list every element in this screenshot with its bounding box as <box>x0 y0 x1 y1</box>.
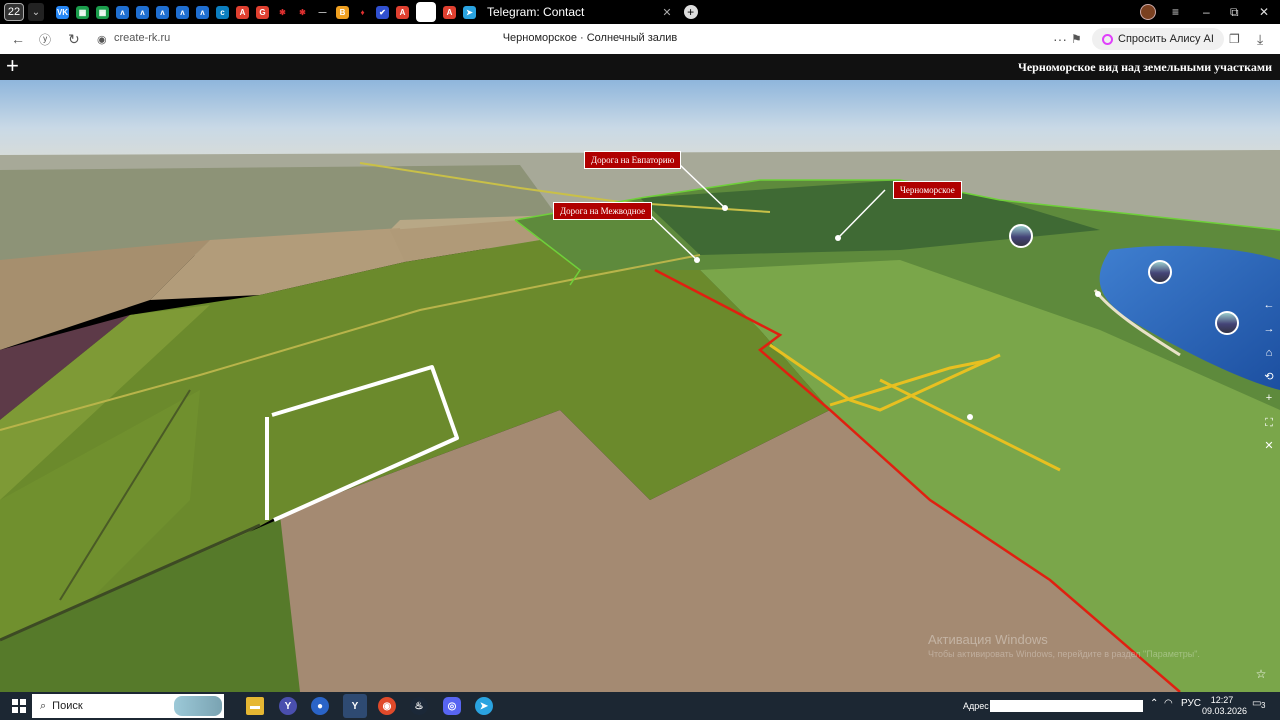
collections-icon[interactable]: ❐ <box>1229 32 1240 46</box>
panorama-hotspot-icon[interactable] <box>1215 311 1239 335</box>
browser-menu-icon[interactable]: ≡ <box>1172 0 1179 24</box>
tab-site-icon[interactable]: ᴧ <box>196 5 209 19</box>
close-controls-icon[interactable]: ✕ <box>1262 439 1276 452</box>
ask-alice-button[interactable]: Спросить Алису AI <box>1092 28 1224 50</box>
label-chernomorskoe[interactable]: Черноморское <box>893 181 962 199</box>
menu-plus-icon[interactable]: + <box>6 55 19 77</box>
pan-left-icon[interactable]: ← <box>1262 299 1276 311</box>
steam-icon[interactable]: ♨ <box>410 697 428 715</box>
language-indicator[interactable]: РУС <box>1181 698 1201 709</box>
close-window-icon[interactable]: ✕ <box>1259 0 1269 24</box>
new-tab-plus-icon[interactable]: + <box>683 5 698 19</box>
tab-site-icon[interactable]: A <box>396 5 409 19</box>
tab-site-icon[interactable]: ᴧ <box>156 5 169 19</box>
windows-activation-hint: Чтобы активировать Windows, перейдите в … <box>928 649 1200 659</box>
tab-site-icon[interactable]: ✔ <box>376 5 389 19</box>
search-icon: ⌕ <box>40 699 47 712</box>
wifi-icon[interactable]: ◠ <box>1164 698 1173 709</box>
address-toolbar-label: Адрес <box>963 701 989 711</box>
tab-site-icon[interactable]: A <box>236 5 249 19</box>
profile-avatar-icon[interactable] <box>1140 0 1156 24</box>
tab-sheets-icon[interactable]: ▦ <box>96 5 109 19</box>
clock-date: 09.03.2026 <box>1202 706 1248 716</box>
app-icon[interactable]: ◎ <box>443 697 461 715</box>
search-placeholder: Поиск <box>52 700 83 712</box>
tab-site-icon[interactable]: ᴧ <box>116 5 129 19</box>
pinned-tabs: VK ▦ ▦ ᴧ ᴧ ᴧ ᴧ ᴧ ᴄ A G ✱ ✱ — B ♦ ✔ A A ➤… <box>56 2 698 22</box>
tab-site-icon[interactable]: ✱ <box>276 5 289 19</box>
alice-icon <box>1102 33 1113 45</box>
tab-telegram-icon[interactable]: ➤ <box>463 5 476 19</box>
tab-sheets-icon[interactable]: ▦ <box>76 5 89 19</box>
windows-activation-watermark: Активация Windows <box>928 632 1048 647</box>
page-title: Черноморское · Солнечный залив <box>502 32 678 44</box>
favorites-star-icon[interactable]: ☆ <box>1254 667 1268 681</box>
tab-site-icon[interactable]: ♦ <box>356 5 369 19</box>
aerial-panorama[interactable]: Дорога на Евпаторию Дорога на Межводное … <box>0 80 1280 692</box>
file-explorer-icon[interactable]: ▬ <box>246 697 264 715</box>
tabs-menu-chevron-icon[interactable]: ⌄ <box>28 3 44 21</box>
tab-site-icon[interactable]: ✱ <box>296 5 309 19</box>
restore-icon[interactable]: ⧉ <box>1230 0 1239 24</box>
fullscreen-icon[interactable]: ⛶ <box>1262 417 1276 430</box>
telegram-icon[interactable]: ➤ <box>475 697 493 715</box>
tab-site-icon[interactable]: ᴄ <box>216 5 229 19</box>
notification-count: 3 <box>1261 701 1266 710</box>
more-dots-icon[interactable]: ··· <box>1053 31 1067 47</box>
taskbar-search-box[interactable]: ⌕ Поиск <box>32 694 224 718</box>
taskbar-clock[interactable]: 12:27 09.03.2026 <box>1202 695 1248 717</box>
tab-site-icon[interactable]: A <box>443 5 456 19</box>
yandex-active-icon[interactable]: Y <box>343 694 367 718</box>
tab-site-icon[interactable]: — <box>316 5 329 19</box>
app-icon[interactable]: ● <box>311 697 329 715</box>
windows-taskbar: ⌕ Поиск ▬ Y ● Y ◉ ♨ ◎ ➤ Адрес ⌃ ◠ РУС 12… <box>0 692 1280 720</box>
home-icon[interactable]: ⌂ <box>1262 347 1276 359</box>
tab-page-icon[interactable] <box>416 2 436 22</box>
clock-time: 12:27 <box>1210 695 1234 705</box>
address-toolbar-input[interactable] <box>990 700 1143 712</box>
site-title: Черноморское вид над земельными участкам… <box>1018 60 1272 74</box>
pan-right-icon[interactable]: → <box>1262 323 1276 335</box>
download-icon[interactable]: ⤓ <box>1257 31 1263 48</box>
windows-start-icon[interactable] <box>12 699 26 713</box>
search-highlight-image <box>174 696 222 716</box>
bookmark-icon[interactable]: ⚑ <box>1071 32 1082 46</box>
chrome-icon[interactable]: ◉ <box>378 697 396 715</box>
tab-count-badge[interactable]: 22 <box>4 3 24 21</box>
tray-chevron-icon[interactable]: ⌃ <box>1150 698 1158 709</box>
address-bar: ← ⓨ ↻ ◉ create-rk.ru Черноморское · Солн… <box>0 24 1280 54</box>
tab-site-icon[interactable]: G <box>256 5 269 19</box>
tab-vk-icon[interactable]: VK <box>56 5 69 19</box>
yandex-browser-icon[interactable]: Y <box>279 697 297 715</box>
browser-tab-strip: 22 ⌄ VK ▦ ▦ ᴧ ᴧ ᴧ ᴧ ᴧ ᴄ A G ✱ ✱ — B ♦ ✔ … <box>0 0 1280 24</box>
panorama-hotspot-icon[interactable] <box>1148 260 1172 284</box>
label-road-evpatoria[interactable]: Дорога на Евпаторию <box>584 151 682 169</box>
panorama-hotspot-icon[interactable] <box>1009 224 1033 248</box>
aerial-photo <box>0 80 1280 692</box>
active-tab-title[interactable]: Telegram: Contact <box>487 5 584 19</box>
zoom-in-icon[interactable]: + <box>1262 392 1276 404</box>
label-road-mezhvodnoe[interactable]: Дорога на Межводное <box>553 202 653 220</box>
tab-site-icon[interactable]: B <box>336 5 349 19</box>
site-header: + Черноморское вид над земельными участк… <box>0 54 1280 80</box>
tab-site-icon[interactable]: ᴧ <box>136 5 149 19</box>
tab-site-icon[interactable]: ᴧ <box>176 5 189 19</box>
ask-alice-label: Спросить Алису AI <box>1118 33 1214 45</box>
minimize-icon[interactable]: – <box>1203 0 1210 24</box>
gyro-icon[interactable]: ⟲ <box>1262 370 1276 383</box>
tab-close-icon[interactable]: ✕ <box>662 6 671 19</box>
